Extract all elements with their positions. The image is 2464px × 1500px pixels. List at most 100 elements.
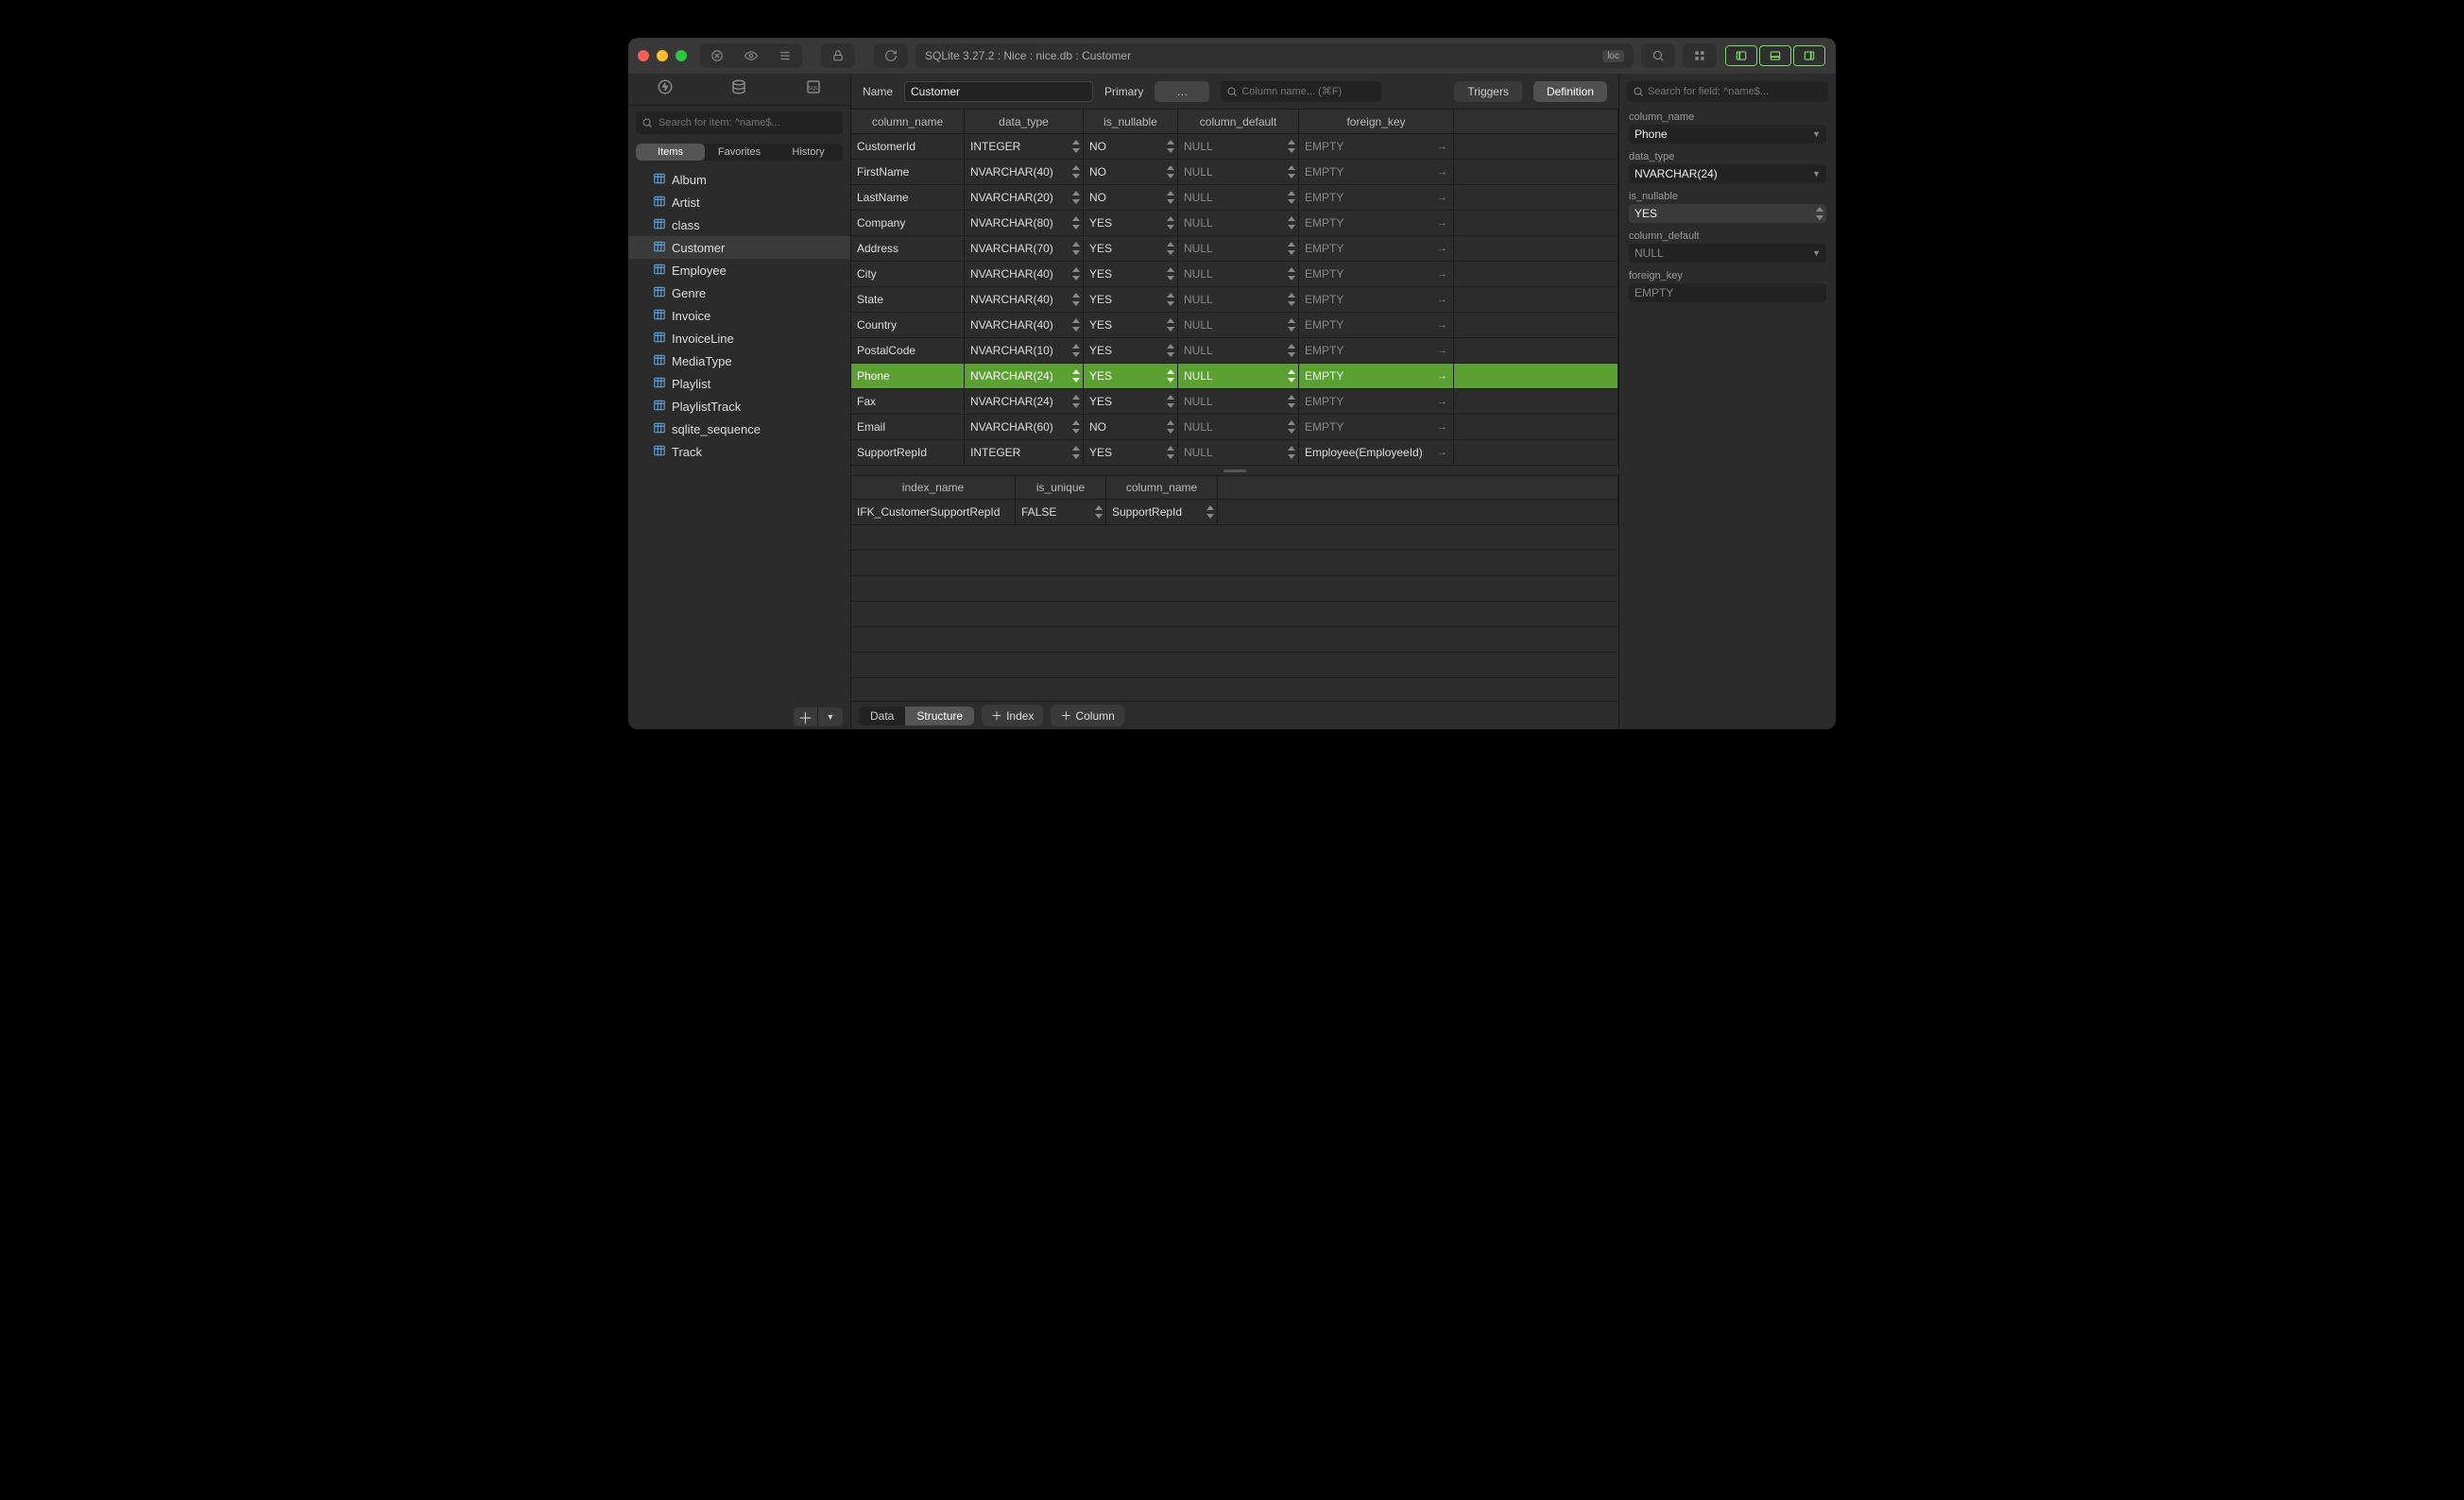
primary-key-button[interactable]: … (1155, 81, 1209, 102)
cell-data-type[interactable]: NVARCHAR(40) (965, 287, 1084, 312)
cell-is-nullable[interactable]: YES (1084, 211, 1178, 235)
cell-data-type[interactable]: INTEGER (965, 440, 1084, 465)
cell-foreign-key[interactable]: EMPTY→ (1299, 160, 1454, 184)
cell-data-type[interactable]: INTEGER (965, 134, 1084, 159)
database-icon[interactable] (730, 78, 747, 100)
add-index-button[interactable]: ＋Index (982, 705, 1043, 726)
stepper-icon[interactable] (1287, 420, 1296, 434)
stepper-icon[interactable] (1166, 369, 1175, 383)
panel-right-icon[interactable] (1793, 45, 1825, 66)
idx-header-column[interactable]: column_name (1106, 476, 1218, 499)
cell-column-default[interactable]: NULL (1178, 287, 1299, 312)
cell-column-default[interactable]: NULL (1178, 364, 1299, 388)
sidebar-item-invoiceline[interactable]: InvoiceLine (628, 327, 850, 349)
inspector-search-input[interactable] (1648, 86, 1822, 97)
cell-foreign-key[interactable]: EMPTY→ (1299, 313, 1454, 337)
cell-data-type[interactable]: NVARCHAR(70) (965, 236, 1084, 261)
cell-index-column[interactable]: SupportRepId (1106, 500, 1218, 524)
cell-column-name[interactable]: Fax (851, 389, 965, 414)
cell-is-nullable[interactable]: YES (1084, 440, 1178, 465)
col-header-nullable[interactable]: is_nullable (1084, 110, 1178, 133)
cell-data-type[interactable]: NVARCHAR(80) (965, 211, 1084, 235)
sidebar-item-genre[interactable]: Genre (628, 281, 850, 304)
cell-column-name[interactable]: Company (851, 211, 965, 235)
inspector-column-default-input[interactable]: NULL▼ (1629, 244, 1826, 263)
cell-column-name[interactable]: Address (851, 236, 965, 261)
stepper-icon[interactable] (1094, 505, 1104, 519)
stepper-icon[interactable] (1071, 318, 1081, 332)
cell-data-type[interactable]: NVARCHAR(10) (965, 338, 1084, 363)
panel-left-icon[interactable] (1725, 45, 1757, 66)
cell-column-default[interactable]: NULL (1178, 313, 1299, 337)
stepper-icon[interactable] (1071, 191, 1081, 204)
cell-column-default[interactable]: NULL (1178, 160, 1299, 184)
stepper-icon[interactable] (1071, 140, 1081, 153)
stepper-icon[interactable] (1071, 216, 1081, 230)
arrow-right-icon[interactable]: → (1437, 217, 1447, 229)
col-header-type[interactable]: data_type (965, 110, 1084, 133)
stepper-icon[interactable] (1287, 140, 1296, 153)
stepper-icon[interactable] (1166, 420, 1175, 434)
column-row[interactable]: CountryNVARCHAR(40)YESNULLEMPTY→ (851, 313, 1618, 338)
table-name-input[interactable] (904, 81, 1093, 102)
cell-is-nullable[interactable]: YES (1084, 262, 1178, 286)
minimize-window-button[interactable] (657, 50, 668, 61)
cell-is-nullable[interactable]: YES (1084, 364, 1178, 388)
col-header-fk[interactable]: foreign_key (1299, 110, 1454, 133)
column-row[interactable]: LastNameNVARCHAR(20)NONULLEMPTY→ (851, 185, 1618, 211)
sidebar-item-employee[interactable]: Employee (628, 259, 850, 281)
stepper-icon[interactable] (1166, 318, 1175, 332)
cell-column-default[interactable]: NULL (1178, 415, 1299, 439)
column-row[interactable]: PhoneNVARCHAR(24)YESNULLEMPTY→ (851, 364, 1618, 389)
maximize-window-button[interactable] (676, 50, 687, 61)
column-search[interactable] (1221, 81, 1381, 102)
grid-icon[interactable] (1683, 43, 1717, 68)
stepper-icon[interactable] (1166, 242, 1175, 255)
column-search-input[interactable] (1241, 86, 1376, 97)
cell-column-name[interactable]: Phone (851, 364, 965, 388)
column-row[interactable]: FaxNVARCHAR(24)YESNULLEMPTY→ (851, 389, 1618, 415)
cell-data-type[interactable]: NVARCHAR(40) (965, 262, 1084, 286)
column-row[interactable]: EmailNVARCHAR(60)NONULLEMPTY→ (851, 415, 1618, 440)
cell-data-type[interactable]: NVARCHAR(40) (965, 313, 1084, 337)
definition-button[interactable]: Definition (1533, 81, 1607, 102)
cell-column-default[interactable]: NULL (1178, 389, 1299, 414)
bolt-icon[interactable] (657, 78, 674, 100)
cell-column-default[interactable]: NULL (1178, 440, 1299, 465)
add-column-button[interactable]: ＋Column (1051, 705, 1123, 726)
arrow-right-icon[interactable]: → (1437, 447, 1447, 458)
sidebar-item-mediatype[interactable]: MediaType (628, 349, 850, 372)
add-item-button[interactable]: ＋ (794, 707, 818, 726)
stepper-icon[interactable] (1206, 505, 1215, 519)
sidebar-item-track[interactable]: Track (628, 440, 850, 463)
cell-is-nullable[interactable]: NO (1084, 185, 1178, 210)
stepper-icon[interactable] (1166, 165, 1175, 179)
column-row[interactable]: FirstNameNVARCHAR(40)NONULLEMPTY→ (851, 160, 1618, 185)
stepper-icon[interactable] (1166, 267, 1175, 281)
cell-foreign-key[interactable]: EMPTY→ (1299, 185, 1454, 210)
cell-is-nullable[interactable]: NO (1084, 134, 1178, 159)
column-row[interactable]: AddressNVARCHAR(70)YESNULLEMPTY→ (851, 236, 1618, 262)
cell-column-name[interactable]: FirstName (851, 160, 965, 184)
col-header-default[interactable]: column_default (1178, 110, 1299, 133)
stepper-icon[interactable] (1287, 318, 1296, 332)
cell-foreign-key[interactable]: EMPTY→ (1299, 262, 1454, 286)
panel-bottom-icon[interactable] (1759, 45, 1791, 66)
cell-data-type[interactable]: NVARCHAR(60) (965, 415, 1084, 439)
idx-header-name[interactable]: index_name (851, 476, 1016, 499)
add-item-menu-button[interactable]: ▼ (818, 707, 843, 726)
cell-foreign-key[interactable]: EMPTY→ (1299, 415, 1454, 439)
sidebar-item-class[interactable]: class (628, 213, 850, 236)
arrow-right-icon[interactable]: → (1437, 396, 1447, 407)
stepper-icon[interactable] (1071, 446, 1081, 459)
stepper-icon[interactable] (1071, 293, 1081, 306)
cell-foreign-key[interactable]: EMPTY→ (1299, 338, 1454, 363)
tab-favorites[interactable]: Favorites (705, 144, 774, 161)
cell-column-name[interactable]: Country (851, 313, 965, 337)
cell-column-name[interactable]: SupportRepId (851, 440, 965, 465)
column-row[interactable]: StateNVARCHAR(40)YESNULLEMPTY→ (851, 287, 1618, 313)
arrow-right-icon[interactable]: → (1437, 319, 1447, 331)
sidebar-item-playlisttrack[interactable]: PlaylistTrack (628, 395, 850, 418)
sidebar-item-album[interactable]: Album (628, 168, 850, 191)
sidebar-item-invoice[interactable]: Invoice (628, 304, 850, 327)
